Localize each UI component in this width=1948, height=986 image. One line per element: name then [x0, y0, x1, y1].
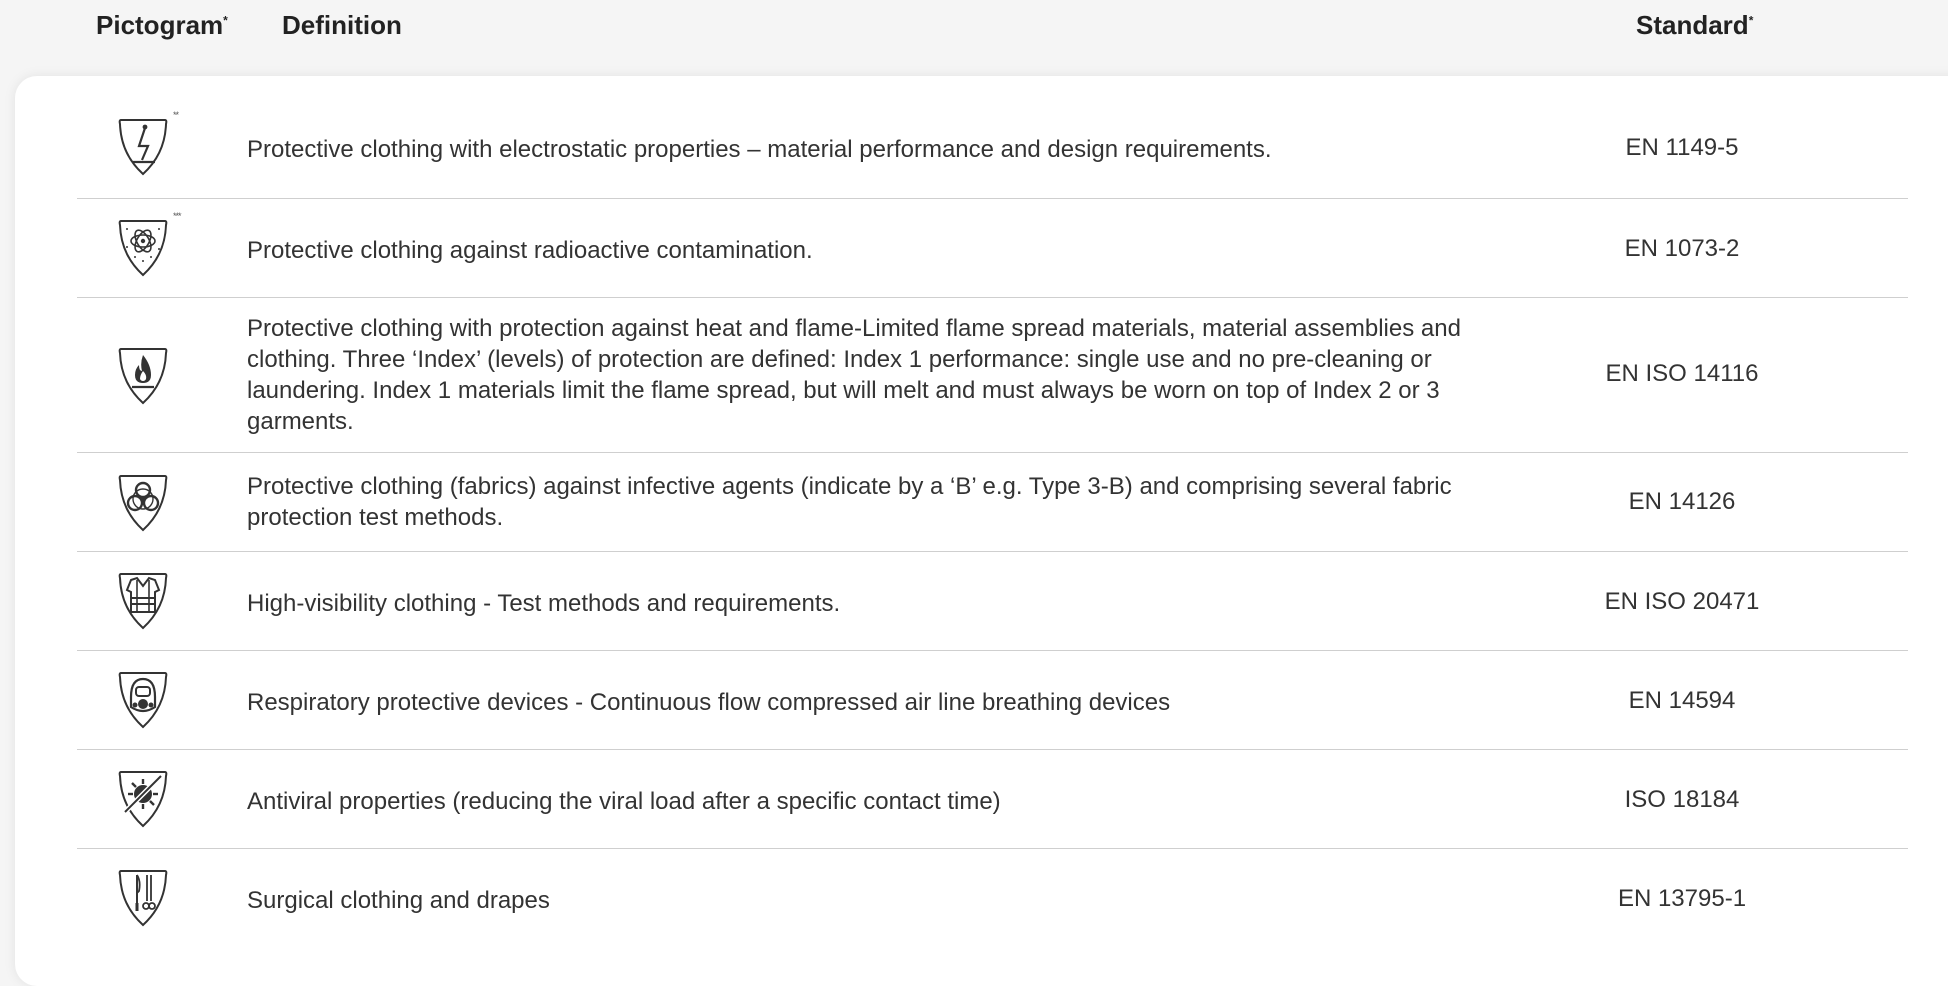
- standards-table: ** Protective clothing with electrostati…: [77, 76, 1908, 948]
- table-row: Surgical clothing and drapes EN 13795-1: [77, 849, 1908, 948]
- definition-text: High-visibility clothing - Test methods …: [247, 590, 841, 617]
- standard-code: EN ISO 14116: [1605, 360, 1759, 387]
- definition-text: Protective clothing against radioactive …: [247, 237, 813, 264]
- standard-code: EN ISO 20471: [1604, 588, 1760, 615]
- definition-text: Antiviral properties (reducing the viral…: [247, 788, 1001, 815]
- table-header: Pictogram* Definition Standard*: [0, 0, 1948, 60]
- definition-header: Definition: [282, 10, 402, 40]
- standard-code: EN 13795-1: [1617, 885, 1747, 912]
- high-visibility-vest-shield-icon: [115, 570, 171, 632]
- antiviral-shield-icon: [115, 768, 171, 830]
- respirator-shield-icon: [115, 669, 171, 731]
- standard-code: EN 1073-2: [1624, 235, 1740, 262]
- radioactive-contamination-shield-icon: ***: [115, 211, 181, 279]
- table-row: *** Protective clothing against radioact…: [77, 199, 1908, 298]
- standard-code: EN 14126: [1628, 488, 1736, 515]
- note-mark: **: [173, 110, 179, 120]
- standard-code: EN 14594: [1628, 687, 1736, 714]
- electrostatic-shield-icon: **: [115, 110, 179, 178]
- flame-shield-icon: [115, 345, 171, 407]
- table-row: ** Protective clothing with electrostati…: [77, 76, 1908, 199]
- table-row: Protective clothing with protection agai…: [77, 298, 1908, 453]
- table-row: High-visibility clothing - Test methods …: [77, 552, 1908, 651]
- standard-code: ISO 18184: [1624, 786, 1740, 813]
- pictogram-header-mark: *: [223, 13, 228, 28]
- table-row: Protective clothing (fabrics) against in…: [77, 453, 1908, 552]
- table-row: Antiviral properties (reducing the viral…: [77, 750, 1908, 849]
- definition-text: Respiratory protective devices - Continu…: [247, 689, 1171, 716]
- pictogram-header: Pictogram*: [96, 10, 228, 41]
- standard-header-label: Standard: [1636, 10, 1749, 40]
- table-row: Respiratory protective devices - Continu…: [77, 651, 1908, 750]
- standard-header-mark: *: [1748, 13, 1754, 28]
- definition-text: Surgical clothing and drapes: [247, 887, 550, 914]
- definition-text: Protective clothing (fabrics) against in…: [247, 473, 1452, 531]
- surgical-tools-shield-icon: [115, 867, 171, 929]
- standards-table-card: ** Protective clothing with electrostati…: [15, 76, 1948, 986]
- pictogram-header-label: Pictogram: [96, 10, 224, 40]
- definition-text: Protective clothing with protection agai…: [247, 315, 1461, 435]
- definition-text: Protective clothing with electrostatic p…: [247, 136, 1272, 163]
- note-mark: ***: [173, 211, 181, 221]
- standard-code: EN 1149-5: [1625, 134, 1739, 161]
- standard-header: Standard*: [1636, 10, 1753, 41]
- biohazard-shield-icon: [115, 472, 171, 534]
